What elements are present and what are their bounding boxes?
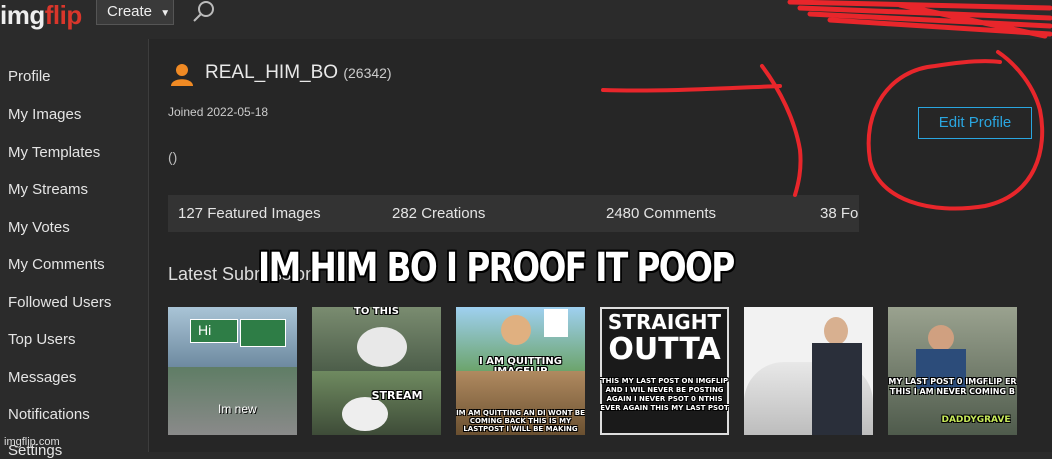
thumb-text: MY LAST POST 0 IMGFLIP ER THIS I AM NEVE… <box>888 377 1017 396</box>
man-face <box>928 325 954 351</box>
seagull-head <box>342 397 388 431</box>
create-button[interactable]: Create ▼ <box>96 0 174 25</box>
sidebar-item-messages[interactable]: Messages <box>8 369 76 386</box>
profile-bio: () <box>168 149 178 165</box>
stat-featured-images[interactable]: 127 Featured Images <box>178 205 321 222</box>
sidebar-item-notifications[interactable]: Notifications <box>8 406 90 423</box>
sidebar: Profile My Images My Templates My Stream… <box>0 39 149 459</box>
caret-down-icon: ▼ <box>160 8 171 19</box>
search-icon[interactable] <box>192 0 216 24</box>
sidebar-item-profile[interactable]: Profile <box>8 68 51 85</box>
meme-caption-overlay: IM HIM BO I PROOF IT POOP <box>258 245 735 291</box>
road-sign <box>240 319 286 347</box>
thumbnail-1[interactable]: Hi Im new <box>168 307 297 435</box>
stat-followers[interactable]: 38 Fo <box>820 205 858 222</box>
car-image <box>168 367 297 435</box>
stat-creations[interactable]: 282 Creations <box>392 205 485 222</box>
profile-joined-date: Joined 2022-05-18 <box>168 105 269 119</box>
sidebar-item-my-templates[interactable]: My Templates <box>8 144 100 161</box>
thumb-text: Hi <box>198 322 212 338</box>
imgflip-watermark: imgflip.com <box>4 436 60 448</box>
thumbnail-4[interactable]: STRAIGHT OUTTA THIS MY LAST POST ON IMGF… <box>600 307 729 435</box>
thumb-text: THIS MY LAST POST ON IMGFLIP AND I WIL N… <box>600 377 729 412</box>
salesman-suit <box>812 343 862 435</box>
thumbnail-3[interactable]: I AM QUITTING IMAGFLIP IM AM QUITTING AN… <box>456 307 585 435</box>
sidebar-item-my-votes[interactable]: My Votes <box>8 219 70 236</box>
profile-points: (26342) <box>343 65 392 81</box>
thumb-text: STRAIGHT <box>607 310 722 334</box>
sidebar-item-my-streams[interactable]: My Streams <box>8 181 88 198</box>
sidebar-item-my-images[interactable]: My Images <box>8 106 81 123</box>
logo-text-flip: flip <box>44 0 83 30</box>
profile-username-line: REAL_HIM_BO (26342) <box>205 62 392 84</box>
profile-username[interactable]: REAL_HIM_BO <box>205 62 338 83</box>
sidebar-item-followed-users[interactable]: Followed Users <box>8 294 111 311</box>
cartoon-face <box>501 315 531 345</box>
imgflip-logo[interactable]: imgflip <box>0 0 82 31</box>
thumb-text: OUTTA <box>608 332 721 367</box>
paper <box>544 309 568 337</box>
thumb-text: IM AM QUITTING AN DI WONT BE COMING BACK… <box>456 409 585 433</box>
logo-text-img: img <box>0 0 45 30</box>
thumb-text: DADDYGRAVE <box>941 415 1011 425</box>
sidebar-item-top-users[interactable]: Top Users <box>8 331 76 348</box>
thumb-text: STREAM <box>371 389 423 402</box>
cropped-overlay <box>859 186 1033 232</box>
create-button-label: Create <box>107 3 153 20</box>
stat-comments[interactable]: 2480 Comments <box>606 205 716 222</box>
thumbnail-2[interactable]: TO THIS STREAM <box>312 307 441 435</box>
top-bar: imgflip Create ▼ <box>0 0 1052 38</box>
thumbnail-5[interactable] <box>744 307 873 435</box>
thumb-text: TO THIS <box>354 307 399 317</box>
salesman-face <box>824 317 848 345</box>
seagull-head <box>357 327 407 367</box>
sidebar-item-my-comments[interactable]: My Comments <box>8 256 105 273</box>
thumbnail-6[interactable]: MY LAST POST 0 IMGFLIP ER THIS I AM NEVE… <box>888 307 1017 435</box>
user-icon <box>171 64 193 86</box>
edit-profile-button[interactable]: Edit Profile <box>918 107 1032 139</box>
thumb-text: Im new <box>218 402 257 416</box>
